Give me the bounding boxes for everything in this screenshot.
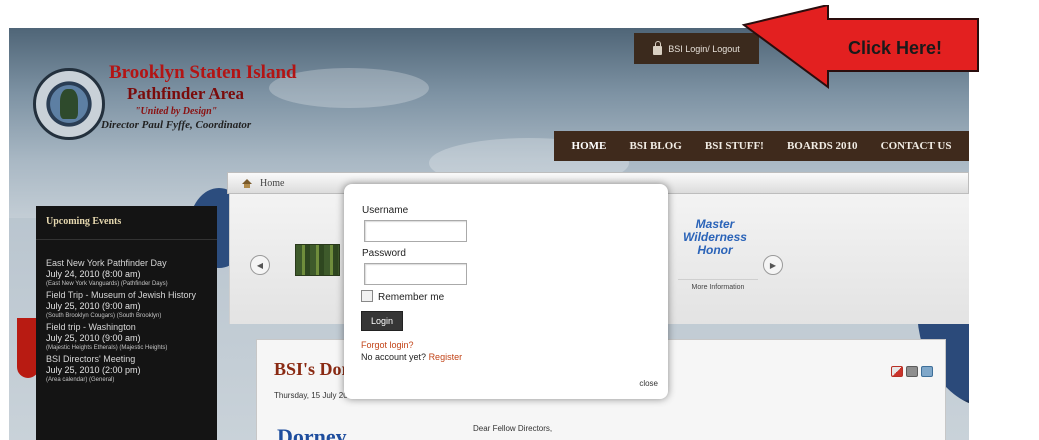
event-item[interactable]: Field trip - Washington July 25, 2010 (9… [36, 322, 217, 352]
annotation-text: Click Here! [848, 38, 943, 58]
breadcrumb-home[interactable]: Home [260, 178, 284, 189]
slider-prev-button[interactable]: ◀ [250, 255, 270, 275]
event-date: July 25, 2010 (9:00 am) [46, 333, 141, 343]
main-nav: HOME BSI BLOG BSI STUFF! BOARDS 2010 CON… [554, 131, 969, 161]
password-input[interactable] [364, 263, 467, 285]
event-tags[interactable]: (Majestic Heights Etherals) (Majestic He… [46, 344, 207, 352]
dorney-park-logo: Dorney Park [277, 424, 347, 440]
event-date: July 25, 2010 (9:00 am) [46, 301, 141, 311]
register-link[interactable]: Register [429, 352, 463, 362]
print-icon[interactable] [906, 366, 918, 377]
event-date: July 25, 2010 (2:00 pm) [46, 365, 141, 375]
pdf-icon[interactable] [891, 366, 903, 377]
login-button[interactable]: Login [361, 311, 403, 331]
event-tags[interactable]: (South Brooklyn Cougars) (South Brooklyn… [46, 312, 207, 320]
nav-item-bsi-stuff[interactable]: BSI STUFF! [705, 140, 764, 152]
event-item[interactable]: BSI Directors' Meeting July 25, 2010 (2:… [36, 354, 217, 384]
event-title[interactable]: Field trip - Washington [46, 322, 207, 333]
honor-badge-image [295, 244, 340, 276]
no-account-label: No account yet? [361, 352, 427, 362]
event-tags[interactable]: (East New York Vanguards) (Pathfinder Da… [46, 280, 207, 288]
nav-item-contact-us[interactable]: CONTACT US [881, 140, 952, 152]
upcoming-events-heading: Upcoming Events [36, 206, 217, 240]
remember-me-label[interactable]: Remember me [378, 292, 444, 303]
login-logout-label: BSI Login/ Logout [668, 43, 740, 54]
honor-title-line3: Honor [697, 243, 733, 257]
site-tagline: "United by Design" [135, 106, 218, 117]
article-actions [891, 366, 933, 377]
more-information-link[interactable]: More Information [678, 279, 758, 295]
lock-icon [653, 40, 663, 55]
upcoming-events-panel: Upcoming Events East New York Pathfinder… [36, 206, 217, 440]
article-greeting: Dear Fellow Directors, [473, 424, 553, 433]
username-input[interactable] [364, 220, 467, 242]
nav-item-boards-2010[interactable]: BOARDS 2010 [787, 140, 858, 152]
event-title[interactable]: East New York Pathfinder Day [46, 258, 207, 269]
honor-title: Master Wilderness Honor [670, 218, 760, 257]
login-modal: Username Password Remember me Login Forg… [344, 184, 668, 399]
no-account-text: No account yet? Register [361, 352, 462, 362]
username-label: Username [362, 205, 409, 216]
nav-item-home[interactable]: HOME [572, 140, 607, 152]
nav-item-bsi-blog[interactable]: BSI BLOG [629, 140, 681, 152]
pathfinder-logo[interactable] [33, 68, 105, 140]
site-title-line1: Brooklyn Staten Island [109, 62, 297, 83]
site-title-line2: Pathfinder Area [127, 84, 244, 103]
event-title[interactable]: BSI Directors' Meeting [46, 354, 207, 365]
event-date: July 24, 2010 (8:00 am) [46, 269, 141, 279]
forgot-login-link[interactable]: Forgot login? [361, 340, 414, 350]
home-icon[interactable] [242, 178, 252, 188]
close-link[interactable]: close [639, 379, 658, 388]
event-item[interactable]: East New York Pathfinder Day July 24, 20… [36, 258, 217, 288]
email-icon[interactable] [921, 366, 933, 377]
slider-next-button[interactable]: ▶ [763, 255, 783, 275]
site-director: Director Paul Fyffe, Coordinator [101, 119, 252, 131]
event-tags[interactable]: (Area calendar) (General) [46, 376, 207, 384]
password-label: Password [362, 248, 406, 259]
remember-me-checkbox[interactable] [361, 290, 373, 302]
event-title[interactable]: Field Trip - Museum of Jewish History [46, 290, 207, 301]
event-item[interactable]: Field Trip - Museum of Jewish History Ju… [36, 290, 217, 320]
